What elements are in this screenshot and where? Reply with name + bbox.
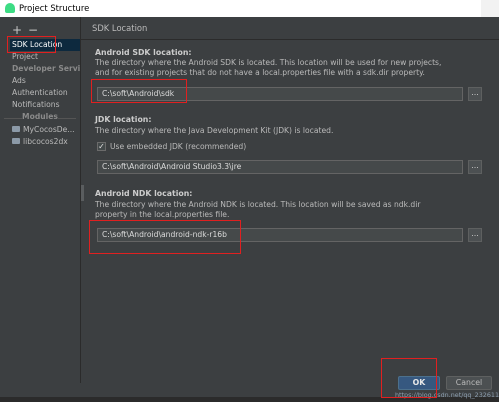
remove-icon[interactable]: − bbox=[28, 24, 38, 36]
highlight-box-ok bbox=[381, 358, 437, 398]
jdk-browse-button[interactable]: ... bbox=[468, 160, 482, 174]
highlight-box-sdk-location bbox=[7, 36, 56, 53]
use-embedded-jdk-checkbox[interactable]: ✓ bbox=[97, 142, 106, 151]
android-studio-icon bbox=[5, 3, 15, 13]
sidebar-item-authentication[interactable]: Authentication bbox=[12, 87, 80, 99]
jdk-description: The directory where the Java Development… bbox=[95, 126, 334, 135]
module-folder-icon bbox=[12, 126, 20, 132]
android-ndk-title: Android NDK location: bbox=[95, 189, 193, 198]
sidebar-item-developer-services[interactable]: Developer Servic... bbox=[12, 63, 80, 75]
highlight-box-ndk-path bbox=[89, 220, 241, 254]
module-label: MyCocosDe... bbox=[23, 125, 75, 134]
module-item[interactable]: MyCocosDe... bbox=[12, 124, 80, 136]
page-title: SDK Location bbox=[92, 23, 148, 33]
android-sdk-browse-button[interactable]: ... bbox=[468, 87, 482, 101]
modules-divider-label: Modules bbox=[0, 112, 80, 121]
sidebar: + − SDK Location Project Developer Servi… bbox=[0, 17, 81, 383]
main-panel: SDK Location Android SDK location: The d… bbox=[81, 17, 499, 383]
title-bar: Project Structure bbox=[0, 0, 499, 17]
android-sdk-title: Android SDK location: bbox=[95, 48, 192, 57]
jdk-path-field[interactable]: C:\soft\Android\Android Studio3.3\jre bbox=[97, 160, 463, 174]
jdk-title: JDK location: bbox=[95, 115, 152, 124]
module-folder-icon bbox=[12, 138, 20, 144]
android-ndk-browse-button[interactable]: ... bbox=[468, 228, 482, 242]
title-bar-controls[interactable] bbox=[481, 0, 499, 17]
sidebar-item-ads[interactable]: Ads bbox=[12, 75, 80, 87]
checkmark-icon: ✓ bbox=[98, 142, 105, 151]
add-icon[interactable]: + bbox=[12, 24, 22, 36]
android-sdk-description: The directory where the Android SDK is l… bbox=[95, 58, 442, 77]
sidebar-item-notifications[interactable]: Notifications bbox=[12, 99, 80, 111]
splitter-handle[interactable] bbox=[81, 185, 84, 201]
highlight-box-sdk-path bbox=[91, 79, 187, 103]
window-title: Project Structure bbox=[19, 3, 90, 13]
cancel-button[interactable]: Cancel bbox=[446, 376, 492, 390]
use-embedded-jdk-label[interactable]: Use embedded JDK (recommended) bbox=[110, 142, 246, 151]
divider bbox=[81, 39, 499, 40]
module-label: libcocos2dx bbox=[23, 137, 68, 146]
module-item[interactable]: libcocos2dx bbox=[12, 136, 80, 148]
android-ndk-description: The directory where the Android NDK is l… bbox=[95, 200, 421, 219]
